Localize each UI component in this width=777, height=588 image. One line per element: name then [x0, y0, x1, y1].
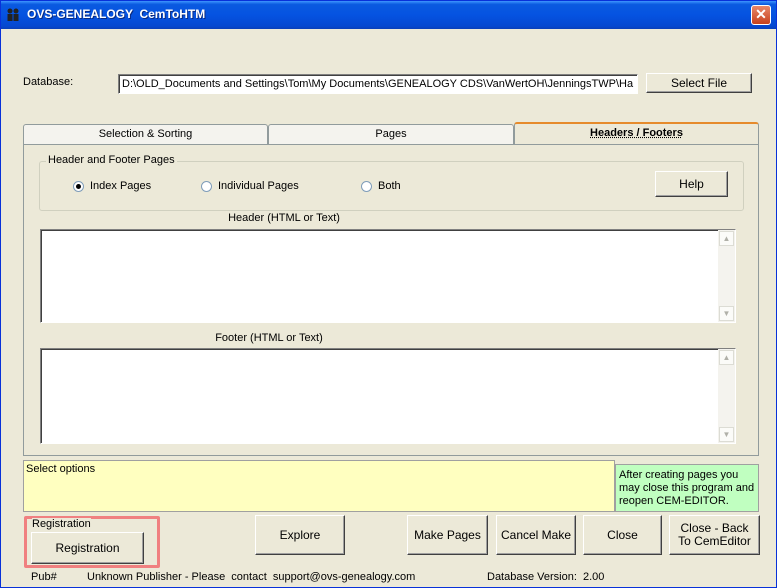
footer-textarea[interactable]: ▲ ▼: [40, 348, 736, 444]
select-file-button[interactable]: Select File: [646, 73, 752, 93]
pub-label: Pub#: [31, 571, 57, 583]
tab-headers-footers[interactable]: Headers / Footers: [514, 122, 759, 146]
radio-both[interactable]: [361, 181, 372, 192]
scroll-up-icon[interactable]: ▲: [719, 231, 734, 246]
radio-individual-pages[interactable]: [201, 181, 212, 192]
status-text: Select options: [26, 463, 96, 475]
window-close-button[interactable]: ✕: [751, 5, 771, 25]
database-path-field[interactable]: D:\OLD_Documents and Settings\Tom\My Doc…: [118, 74, 638, 94]
radio-index-pages[interactable]: [73, 181, 84, 192]
status-area: Select options: [23, 460, 615, 512]
tab-headers-footers-label: Headers / Footers: [590, 127, 683, 139]
main-window: OVS-GENEALOGY CemToHTM ✕ Database: D:\OL…: [0, 0, 777, 588]
explore-button[interactable]: Explore: [255, 515, 345, 555]
registration-button[interactable]: Registration: [31, 532, 144, 564]
radio-index-pages-label[interactable]: Index Pages: [90, 180, 151, 192]
status-note: After creating pages you may close this …: [615, 464, 759, 512]
header-textarea[interactable]: ▲ ▼: [40, 229, 736, 323]
registration-group: Registration Registration: [24, 516, 160, 568]
radio-both-label[interactable]: Both: [378, 180, 401, 192]
header-label: Header (HTML or Text): [228, 212, 340, 224]
header-scrollbar[interactable]: ▲ ▼: [718, 230, 735, 322]
radio-individual-pages-label[interactable]: Individual Pages: [218, 180, 299, 192]
scroll-down-icon[interactable]: ▼: [719, 306, 734, 321]
database-path-text: D:\OLD_Documents and Settings\Tom\My Doc…: [122, 78, 634, 90]
footer-label: Footer (HTML or Text): [215, 332, 323, 344]
database-version-label: Database Version:: [487, 571, 577, 583]
close-back-button[interactable]: Close - Back To CemEditor: [669, 515, 760, 555]
help-button[interactable]: Help: [655, 171, 728, 197]
make-pages-button[interactable]: Make Pages: [407, 515, 488, 555]
scroll-up-icon[interactable]: ▲: [719, 350, 734, 365]
publisher-text: Unknown Publisher - Please contact suppo…: [87, 571, 416, 583]
registration-group-title: Registration: [32, 518, 91, 530]
title-bar: OVS-GENEALOGY CemToHTM ✕: [1, 1, 776, 29]
database-label: Database:: [23, 76, 74, 88]
footer-scrollbar[interactable]: ▲ ▼: [718, 349, 735, 443]
close-button[interactable]: Close: [583, 515, 662, 555]
app-people-icon: [7, 8, 19, 21]
database-version-value: 2.00: [583, 571, 605, 583]
cancel-make-button[interactable]: Cancel Make: [496, 515, 576, 555]
tab-selection-sorting[interactable]: Selection & Sorting: [23, 124, 268, 144]
scroll-down-icon[interactable]: ▼: [719, 427, 734, 442]
window-title: OVS-GENEALOGY CemToHTM: [27, 7, 206, 21]
header-footer-pages-group: Header and Footer Pages Index Pages Indi…: [39, 154, 744, 211]
tab-pages[interactable]: Pages: [268, 124, 514, 144]
tab-panel-headers-footers: Header and Footer Pages Index Pages Indi…: [23, 144, 759, 456]
group-title: Header and Footer Pages: [46, 154, 177, 166]
